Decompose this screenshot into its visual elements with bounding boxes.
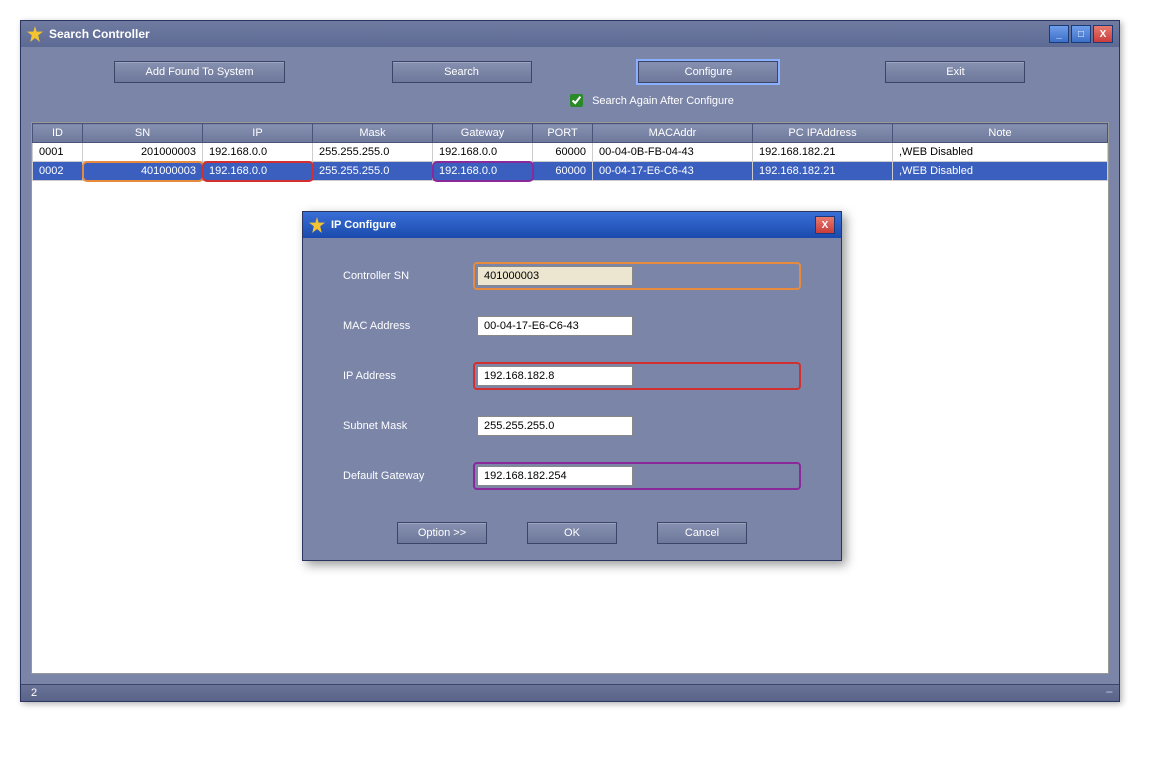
cell-pcip: 192.168.182.21	[753, 143, 893, 162]
col-id[interactable]: ID	[33, 124, 83, 143]
col-sn[interactable]: SN	[83, 124, 203, 143]
dialog-title: IP Configure	[331, 219, 396, 231]
table-header-row: ID SN IP Mask Gateway PORT MACAddr PC IP…	[33, 124, 1108, 143]
cancel-button[interactable]: Cancel	[657, 522, 747, 544]
cell-sn: 201000003	[83, 143, 203, 162]
label-mac-address: MAC Address	[343, 320, 473, 332]
exit-button[interactable]: Exit	[885, 61, 1025, 83]
ok-button[interactable]: OK	[527, 522, 617, 544]
col-gateway[interactable]: Gateway	[433, 124, 533, 143]
cell-pcip: 192.168.182.21	[753, 162, 893, 181]
maximize-button[interactable]: □	[1071, 25, 1091, 43]
window-titlebar[interactable]: Search Controller _ □ X	[21, 21, 1119, 47]
cell-id: 0002	[33, 162, 83, 181]
status-bar: 2 ----	[21, 684, 1119, 701]
cell-mac: 00-04-17-E6-C6-43	[593, 162, 753, 181]
app-icon	[309, 217, 325, 233]
row-sn: Controller SN	[343, 262, 801, 290]
cell-port: 60000	[533, 143, 593, 162]
add-found-button[interactable]: Add Found To System	[114, 61, 284, 83]
table-row[interactable]: 0001 201000003 192.168.0.0 255.255.255.0…	[33, 143, 1108, 162]
row-mac: MAC Address	[343, 312, 801, 340]
row-gateway: Default Gateway	[343, 462, 801, 490]
search-button[interactable]: Search	[392, 61, 532, 83]
cell-sn: 401000003	[83, 162, 203, 181]
option-button[interactable]: Option >>	[397, 522, 487, 544]
col-note[interactable]: Note	[893, 124, 1108, 143]
table-row[interactable]: 0002 401000003 192.168.0.0 255.255.255.0…	[33, 162, 1108, 181]
input-subnet-mask[interactable]	[477, 416, 633, 436]
col-mask[interactable]: Mask	[313, 124, 433, 143]
cell-note: ,WEB Disabled	[893, 162, 1108, 181]
cell-ip: 192.168.0.0	[203, 162, 313, 181]
col-port[interactable]: PORT	[533, 124, 593, 143]
cell-mac: 00-04-0B-FB-04-43	[593, 143, 753, 162]
results-table: ID SN IP Mask Gateway PORT MACAddr PC IP…	[32, 123, 1108, 181]
close-button[interactable]: X	[1093, 25, 1113, 43]
cell-gateway: 192.168.0.0	[433, 143, 533, 162]
label-default-gateway: Default Gateway	[343, 470, 473, 482]
app-icon	[27, 26, 43, 42]
row-mask: Subnet Mask	[343, 412, 801, 440]
cell-id: 0001	[33, 143, 83, 162]
dialog-close-button[interactable]: X	[815, 216, 835, 234]
search-again-label: Search Again After Configure	[592, 95, 734, 107]
cell-note: ,WEB Disabled	[893, 143, 1108, 162]
dialog-button-row: Option >> OK Cancel	[343, 512, 801, 544]
input-mac-address[interactable]	[477, 316, 633, 336]
cell-port: 60000	[533, 162, 593, 181]
cell-ip: 192.168.0.0	[203, 143, 313, 162]
cell-mask: 255.255.255.0	[313, 162, 433, 181]
label-controller-sn: Controller SN	[343, 270, 473, 282]
input-controller-sn[interactable]	[477, 266, 633, 286]
cell-gateway: 192.168.0.0	[433, 162, 533, 181]
status-count: 2	[31, 687, 37, 699]
col-pcip[interactable]: PC IPAddress	[753, 124, 893, 143]
dialog-titlebar[interactable]: IP Configure X	[303, 212, 841, 238]
search-again-row: Search Again After Configure	[181, 87, 1119, 114]
toolbar: Add Found To System Search Configure Exi…	[21, 47, 1119, 87]
results-table-container: ID SN IP Mask Gateway PORT MACAddr PC IP…	[31, 122, 1109, 674]
input-default-gateway[interactable]	[477, 466, 633, 486]
resize-grip[interactable]: ----	[1106, 687, 1111, 699]
cell-mask: 255.255.255.0	[313, 143, 433, 162]
configure-button[interactable]: Configure	[638, 61, 778, 83]
col-ip[interactable]: IP	[203, 124, 313, 143]
ip-configure-dialog: IP Configure X Controller SN MAC Address	[302, 211, 842, 561]
dialog-body: Controller SN MAC Address IP Address	[303, 238, 841, 560]
window-title: Search Controller	[49, 27, 150, 41]
main-window: Search Controller _ □ X Add Found To Sys…	[20, 20, 1120, 702]
row-ip: IP Address	[343, 362, 801, 390]
label-subnet-mask: Subnet Mask	[343, 420, 473, 432]
search-again-checkbox[interactable]	[570, 94, 583, 107]
window-controls: _ □ X	[1049, 25, 1113, 43]
col-mac[interactable]: MACAddr	[593, 124, 753, 143]
label-ip-address: IP Address	[343, 370, 473, 382]
minimize-button[interactable]: _	[1049, 25, 1069, 43]
input-ip-address[interactable]	[477, 366, 633, 386]
